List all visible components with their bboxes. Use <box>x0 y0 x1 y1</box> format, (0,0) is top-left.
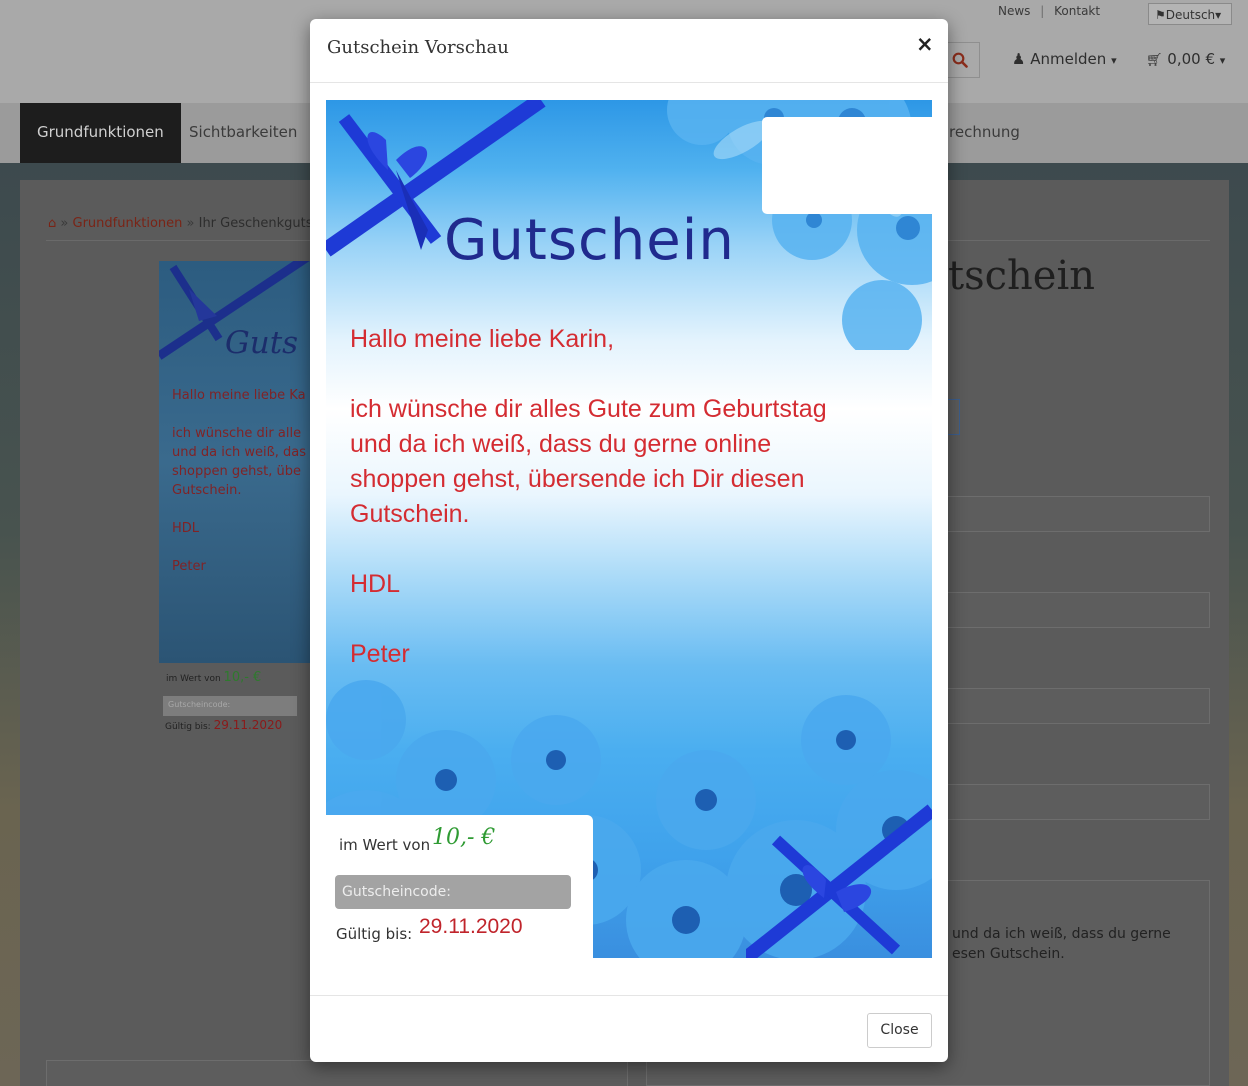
thumbnail-value: im Wert von 10,- € <box>166 670 262 685</box>
top-links: News | Kontakt <box>998 4 1101 18</box>
ribbon-graphic <box>159 261 310 360</box>
voucher-body-line: und da ich weiß, dass du gerne online <box>350 430 772 458</box>
voucher-valid-date: 29.11.2020 <box>419 915 523 938</box>
page-heading: tschein <box>948 253 1095 299</box>
nav-item-grundfunktionen[interactable]: Grundfunktionen <box>20 103 181 163</box>
voucher-closing: HDL <box>350 570 401 598</box>
voucher-body-line: Gutschein. <box>350 500 470 528</box>
cart-icon: 🛒︎ <box>1146 53 1163 68</box>
close-button[interactable]: Close <box>867 1013 932 1048</box>
form-field[interactable] <box>946 399 960 435</box>
voucher-image-placeholder <box>762 117 932 214</box>
voucher-body-line: shoppen gehst, übersende ich Dir diesen <box>350 465 805 493</box>
caret-down-icon: ▾ <box>1219 54 1226 67</box>
thumbnail-valid: Gültig bis: 29.11.2020 <box>165 718 283 732</box>
voucher-code-field: Gutscheincode: <box>335 875 571 909</box>
cart-total: 0,00 € <box>1167 50 1216 68</box>
login-dropdown[interactable]: ♟ Anmelden ▾ <box>1012 50 1117 68</box>
kontakt-link[interactable]: Kontakt <box>1054 4 1100 18</box>
caret-down-icon: ▾ <box>1111 54 1117 67</box>
cart-dropdown[interactable]: 🛒︎ 0,00 € ▾ <box>1146 50 1225 68</box>
modal-title: Gutschein Vorschau <box>327 37 509 58</box>
language-selector[interactable]: ⚑Deutsch▾ <box>1148 3 1232 25</box>
voucher-preview-modal: Gutschein Vorschau × Gutschein Hallo mei… <box>310 19 948 1062</box>
login-label: Anmelden <box>1030 50 1107 68</box>
user-icon: ♟ <box>1012 50 1026 68</box>
search-icon <box>952 52 968 68</box>
voucher-greeting: Hallo meine liebe Karin, <box>350 325 615 353</box>
voucher-value-label: im Wert von <box>339 836 431 854</box>
close-icon[interactable]: × <box>916 32 934 56</box>
form-field[interactable] <box>946 784 1210 820</box>
breadcrumb-current: Ihr Geschenkguts <box>198 216 313 231</box>
voucher-card: Gutschein Hallo meine liebe Karin, ich w… <box>326 100 932 958</box>
modal-footer: Close <box>310 995 948 1062</box>
form-field[interactable] <box>46 1060 628 1086</box>
news-link[interactable]: News <box>998 4 1030 18</box>
form-field[interactable] <box>946 592 1210 628</box>
home-icon[interactable]: ⌂ <box>48 216 56 231</box>
voucher-signature: Peter <box>350 640 410 668</box>
form-field[interactable] <box>946 496 1210 532</box>
voucher-value: 10,- € <box>432 825 496 850</box>
nav-item-sichtbarkeiten[interactable]: Sichtbarkeiten <box>172 103 314 163</box>
caret-down-icon: ▾ <box>1215 8 1222 22</box>
thumbnail-code: Gutscheincode: <box>163 696 297 716</box>
language-label: Deutsch <box>1165 8 1216 22</box>
flag-icon: ⚑ <box>1155 8 1166 22</box>
thumbnail-title: Guts <box>225 325 299 361</box>
modal-header: Gutschein Vorschau × <box>310 19 948 83</box>
thumbnail-text: Hallo meine liebe Ka ich wünsche dir all… <box>172 388 307 574</box>
breadcrumb-link[interactable]: Grundfunktionen <box>73 216 183 231</box>
voucher-body-line: ich wünsche dir alles Gute zum Geburtsta… <box>350 395 827 423</box>
message-textarea-text: und da ich weiß, dass du gerne esen Guts… <box>952 926 1171 962</box>
ribbon-graphic <box>746 804 932 958</box>
voucher-title: Gutschein <box>444 208 735 273</box>
breadcrumb: ⌂ » Grundfunktionen » Ihr Geschenkguts <box>48 216 313 231</box>
voucher-thumbnail: Guts Hallo meine liebe Ka ich wünsche di… <box>159 261 311 663</box>
voucher-valid-label: Gültig bis: <box>336 925 413 943</box>
form-field[interactable] <box>946 688 1210 724</box>
